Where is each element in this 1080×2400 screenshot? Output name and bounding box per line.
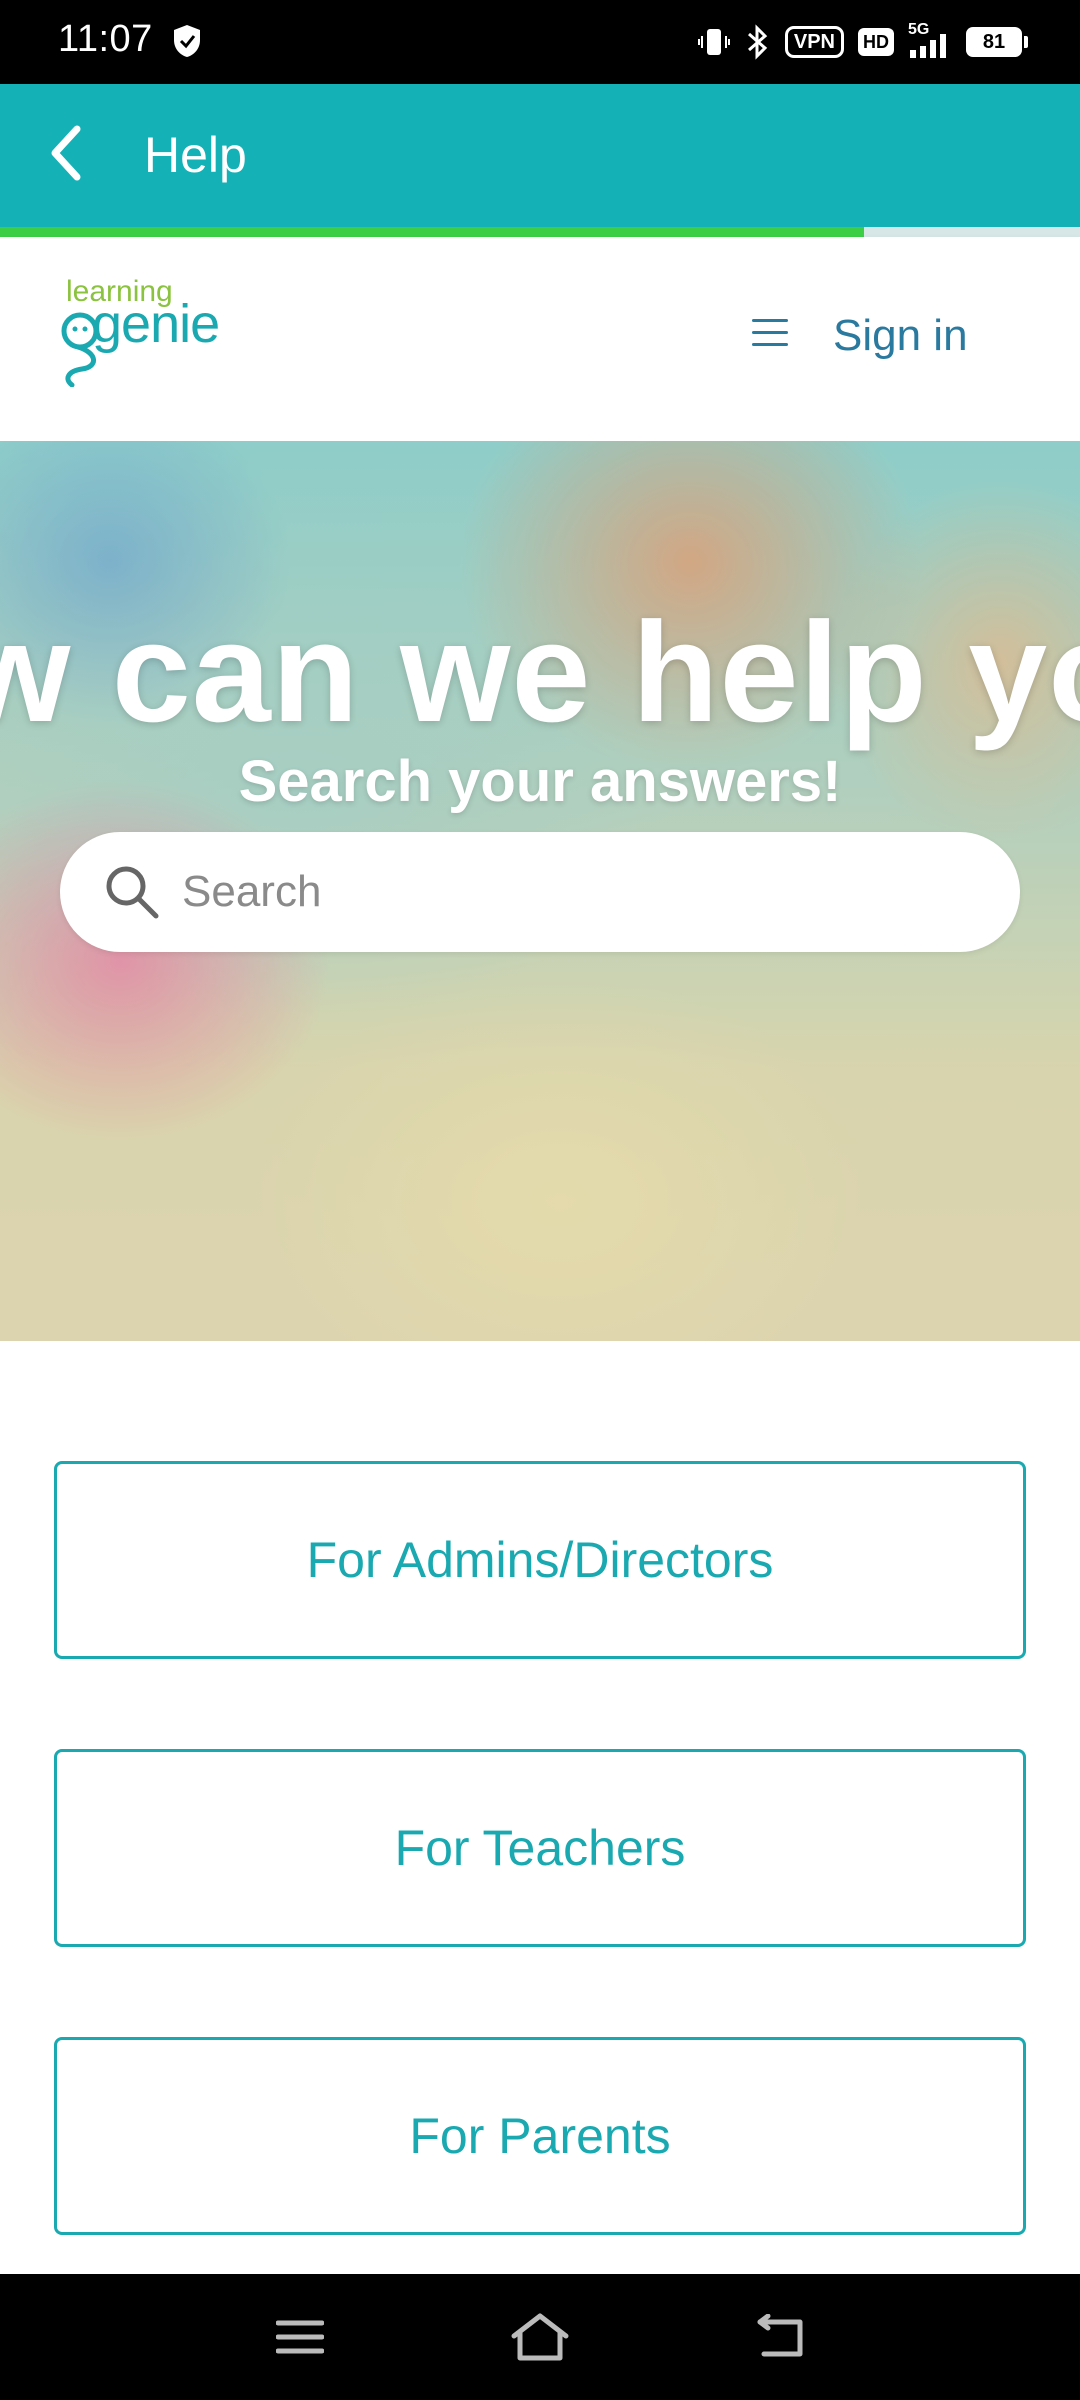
network-type: 5G — [908, 21, 930, 38]
status-time: 11:07 — [58, 18, 153, 60]
system-back-button[interactable] — [740, 2302, 820, 2372]
hero-subheading: Search your answers! — [238, 749, 842, 814]
site-nav: learning genie Sign in — [0, 237, 1080, 441]
category-parents-button[interactable]: For Parents — [54, 2037, 1026, 2235]
hero-banner: How can we help you? Search your answers… — [0, 441, 1080, 1341]
vibrate-icon — [697, 22, 731, 62]
hamburger-icon[interactable] — [752, 319, 788, 347]
category-teachers-button[interactable]: For Teachers — [54, 1749, 1026, 1947]
learning-genie-logo[interactable]: learning genie — [54, 273, 220, 393]
back-button[interactable] — [30, 118, 100, 188]
category-admins-directors-button[interactable]: For Admins/Directors — [54, 1461, 1026, 1659]
page-load-progress — [0, 227, 1080, 237]
search-bar[interactable] — [60, 832, 1020, 952]
status-bar: 11:07 VPN HD 5G 81 — [0, 0, 1080, 84]
page-load-progress-fill — [0, 227, 864, 237]
app-header: Help — [0, 84, 1080, 227]
menu-icon — [276, 2320, 324, 2354]
recent-apps-button[interactable] — [260, 2302, 340, 2372]
signal-5g-icon: 5G — [908, 22, 952, 62]
genie-mascot-icon — [61, 312, 99, 387]
sign-in-link[interactable]: Sign in — [833, 311, 968, 361]
search-input[interactable] — [182, 867, 1020, 917]
home-icon — [511, 2313, 569, 2361]
hd-icon: HD — [858, 28, 894, 56]
chevron-left-icon — [51, 125, 81, 181]
shield-icon — [174, 25, 200, 57]
battery-icon: 81 — [966, 27, 1028, 57]
status-icons: VPN HD 5G 81 — [697, 22, 1028, 62]
back-icon — [757, 2314, 803, 2357]
hero-heading: How can we help you? — [0, 593, 1080, 752]
bluetooth-icon — [745, 22, 771, 62]
page-title: Help — [144, 127, 247, 183]
search-icon — [106, 866, 159, 919]
home-button[interactable] — [500, 2302, 580, 2372]
system-nav-bar — [0, 2274, 1080, 2400]
vpn-icon: VPN — [784, 26, 844, 58]
